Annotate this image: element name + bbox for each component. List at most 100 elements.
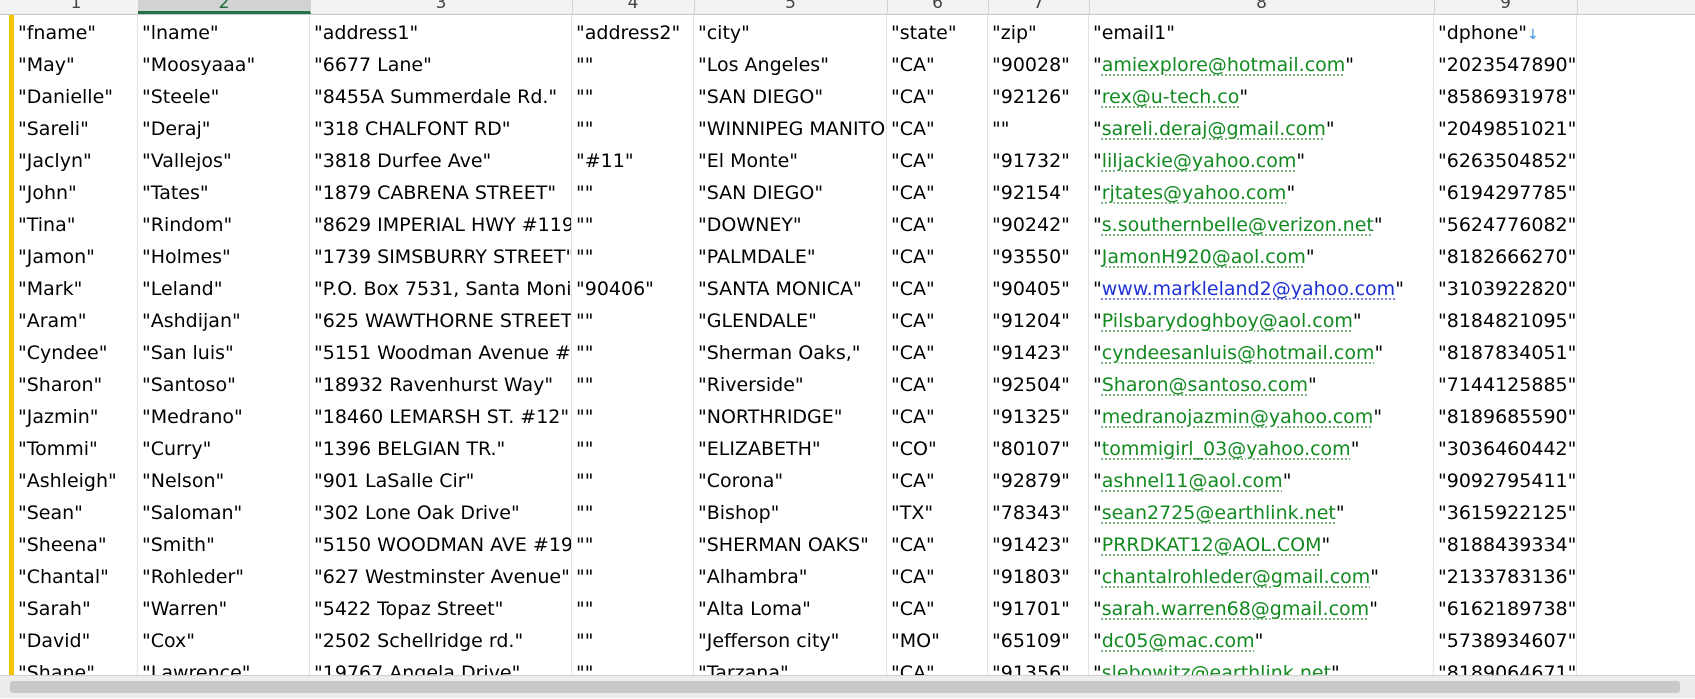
cell[interactable]: "Tates" bbox=[138, 175, 310, 207]
cell[interactable]: "3036460442"↓ bbox=[1434, 431, 1577, 463]
cell[interactable]: "2023547890"↓ bbox=[1434, 47, 1577, 79]
cell[interactable]: "rjtates@yahoo.com" bbox=[1089, 175, 1434, 207]
cell[interactable]: "91803" bbox=[988, 559, 1089, 591]
cell[interactable]: "CA" bbox=[887, 143, 988, 175]
cell[interactable]: "" bbox=[572, 463, 694, 495]
cell[interactable]: "" bbox=[988, 111, 1089, 143]
cell[interactable]: "Nelson" bbox=[138, 463, 310, 495]
cell[interactable]: "65109" bbox=[988, 623, 1089, 655]
cell[interactable]: "#11" bbox=[572, 143, 694, 175]
email-link[interactable]: slebowitz@earthlink.net bbox=[1102, 662, 1331, 675]
cell[interactable]: "Steele" bbox=[138, 79, 310, 111]
cell[interactable]: "CA" bbox=[887, 335, 988, 367]
cell[interactable]: "8455A Summerdale Rd." bbox=[310, 79, 572, 111]
cell[interactable]: "18460 LEMARSH ST. #12" bbox=[310, 399, 572, 431]
cell[interactable]: "Riverside" bbox=[694, 367, 887, 399]
cell[interactable]: "Shane" bbox=[14, 655, 138, 675]
cell[interactable]: "CO" bbox=[887, 431, 988, 463]
cell[interactable]: "Warren" bbox=[138, 591, 310, 623]
column-header-1[interactable]: 1 bbox=[14, 0, 139, 14]
cell[interactable]: "" bbox=[572, 207, 694, 239]
cell[interactable]: "Alta Loma" bbox=[694, 591, 887, 623]
email-link[interactable]: PRRDKAT12@AOL.COM bbox=[1102, 534, 1322, 556]
column-header-8[interactable]: 8 bbox=[1089, 0, 1435, 14]
cell[interactable]: "Vallejos" bbox=[138, 143, 310, 175]
cell[interactable]: "2502 Schellridge rd." bbox=[310, 623, 572, 655]
cell[interactable]: "Tarzana" bbox=[694, 655, 887, 675]
cell[interactable]: "8189685590"↓ bbox=[1434, 399, 1577, 431]
cell[interactable]: "Curry" bbox=[138, 431, 310, 463]
cell[interactable]: "Jamon" bbox=[14, 239, 138, 271]
cell[interactable]: "" bbox=[572, 623, 694, 655]
cell[interactable]: "CA" bbox=[887, 79, 988, 111]
cell[interactable]: "CA" bbox=[887, 399, 988, 431]
cell[interactable]: "Sherman Oaks," bbox=[694, 335, 887, 367]
cell[interactable]: "19767 Angela Drive" bbox=[310, 655, 572, 675]
cell[interactable]: "Cox" bbox=[138, 623, 310, 655]
cell[interactable]: "PALMDALE" bbox=[694, 239, 887, 271]
horizontal-scrollbar[interactable] bbox=[0, 675, 1695, 698]
cell[interactable]: "" bbox=[572, 47, 694, 79]
cell[interactable]: "" bbox=[572, 111, 694, 143]
cell[interactable]: "May" bbox=[14, 47, 138, 79]
cell[interactable]: "" bbox=[572, 175, 694, 207]
cell[interactable]: "Santoso" bbox=[138, 367, 310, 399]
cell[interactable]: "8184821095"↓ bbox=[1434, 303, 1577, 335]
cell[interactable]: "3615922125"↓ bbox=[1434, 495, 1577, 527]
cell[interactable]: "Mark" bbox=[14, 271, 138, 303]
cell[interactable]: "Pilsbarydoghboy@aol.com" bbox=[1089, 303, 1434, 335]
email-link[interactable]: cyndeesanluis@hotmail.com bbox=[1102, 342, 1375, 364]
cell[interactable]: "2049851021"↓ bbox=[1434, 111, 1577, 143]
cell[interactable]: "San luis" bbox=[138, 335, 310, 367]
email-link[interactable]: s.southernbelle@verizon.net bbox=[1102, 214, 1374, 236]
cell[interactable]: "Cyndee" bbox=[14, 335, 138, 367]
cell[interactable]: "Smith" bbox=[138, 527, 310, 559]
email-link[interactable]: sarah.warren68@gmail.com bbox=[1102, 598, 1369, 620]
cell[interactable]: "91423" bbox=[988, 335, 1089, 367]
cell[interactable]: "SAN DIEGO" bbox=[694, 79, 887, 111]
cell[interactable]: "liljackie@yahoo.com" bbox=[1089, 143, 1434, 175]
cell[interactable]: "Aram" bbox=[14, 303, 138, 335]
cell[interactable]: "medranojazmin@yahoo.com" bbox=[1089, 399, 1434, 431]
cell[interactable]: "address1" bbox=[310, 15, 572, 47]
column-header-7[interactable]: 7 bbox=[988, 0, 1090, 14]
cell[interactable]: "Sareli" bbox=[14, 111, 138, 143]
column-header-2[interactable]: 2 bbox=[138, 0, 311, 14]
cell[interactable]: "SHERMAN OAKS" bbox=[694, 527, 887, 559]
cell[interactable]: "PRRDKAT12@AOL.COM" bbox=[1089, 527, 1434, 559]
cell[interactable]: "CA" bbox=[887, 463, 988, 495]
cell[interactable]: "CA" bbox=[887, 655, 988, 675]
cell[interactable]: "3818 Durfee Ave" bbox=[310, 143, 572, 175]
email-link[interactable]: Sharon@santoso.com bbox=[1102, 374, 1308, 396]
cell[interactable]: "92126" bbox=[988, 79, 1089, 111]
column-header-3[interactable]: 3 bbox=[310, 0, 573, 14]
cell[interactable]: "Danielle" bbox=[14, 79, 138, 111]
cell[interactable]: "Ashdijan" bbox=[138, 303, 310, 335]
cell[interactable]: "90242" bbox=[988, 207, 1089, 239]
cell[interactable]: "8188439334"↓ bbox=[1434, 527, 1577, 559]
cell[interactable]: "Alhambra" bbox=[694, 559, 887, 591]
cell[interactable]: "Sheena" bbox=[14, 527, 138, 559]
cell[interactable]: "Sharon@santoso.com" bbox=[1089, 367, 1434, 399]
cell[interactable]: "5150 WOODMAN AVE #19 bbox=[310, 527, 572, 559]
cell[interactable]: "NORTHRIDGE" bbox=[694, 399, 887, 431]
cell[interactable]: "Tommi" bbox=[14, 431, 138, 463]
cell[interactable]: "5422 Topaz Street" bbox=[310, 591, 572, 623]
cell[interactable]: "CA" bbox=[887, 591, 988, 623]
cell[interactable]: "Sharon" bbox=[14, 367, 138, 399]
cell[interactable]: "3103922820"↓ bbox=[1434, 271, 1577, 303]
cell[interactable]: "1879 CABRENA STREET" bbox=[310, 175, 572, 207]
cell[interactable]: "1396 BELGIAN TR." bbox=[310, 431, 572, 463]
cell[interactable]: "80107" bbox=[988, 431, 1089, 463]
email-link[interactable]: chantalrohleder@gmail.com bbox=[1102, 566, 1371, 588]
cell[interactable]: "dphone"↓ bbox=[1434, 15, 1577, 47]
cell[interactable]: "Lawrence" bbox=[138, 655, 310, 675]
cell[interactable]: "8586931978"↓ bbox=[1434, 79, 1577, 111]
cell[interactable]: "" bbox=[572, 559, 694, 591]
cell[interactable]: "tommigirl_03@yahoo.com" bbox=[1089, 431, 1434, 463]
cell[interactable]: "93550" bbox=[988, 239, 1089, 271]
cell[interactable]: "CA" bbox=[887, 239, 988, 271]
cell[interactable]: "9092795411"↓ bbox=[1434, 463, 1577, 495]
cell[interactable]: "Corona" bbox=[694, 463, 887, 495]
cell[interactable]: "TX" bbox=[887, 495, 988, 527]
